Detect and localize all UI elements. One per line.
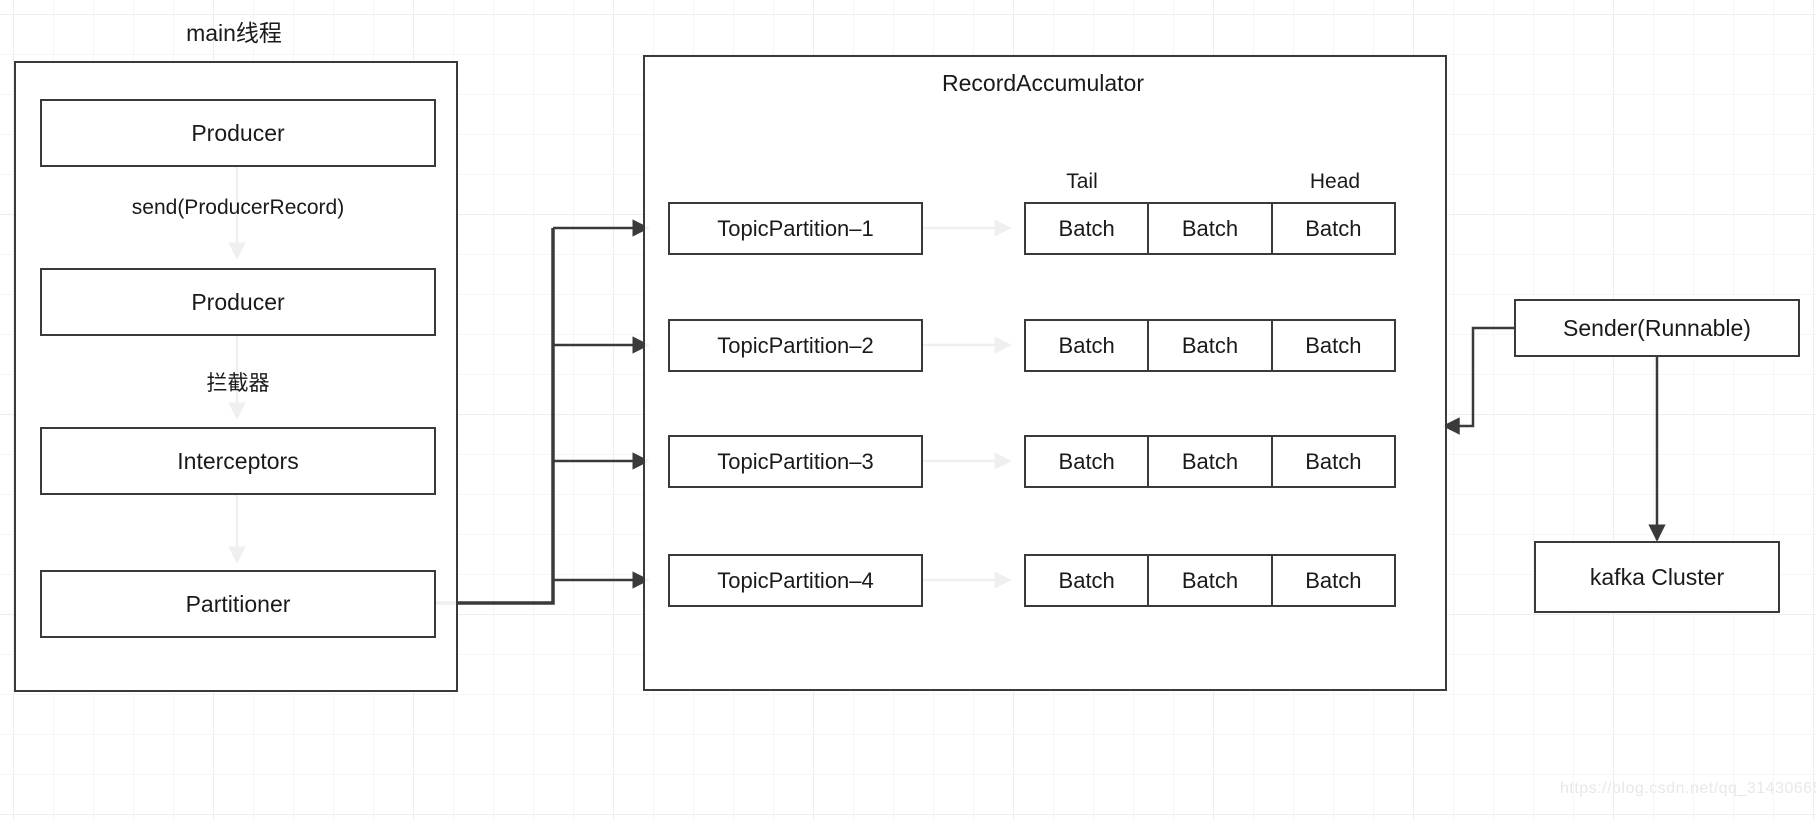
batch-cell[interactable]: Batch	[1273, 556, 1394, 605]
node-label: Producer	[191, 119, 285, 146]
batch-cell[interactable]: Batch	[1026, 437, 1150, 486]
node-partitioner[interactable]: Partitioner	[40, 570, 436, 638]
batch-queue-1: Batch Batch Batch	[1024, 202, 1396, 255]
batch-cell[interactable]: Batch	[1026, 204, 1150, 253]
node-topic-partition-1[interactable]: TopicPartition–1	[668, 202, 923, 255]
batch-label: Batch	[1181, 567, 1239, 593]
node-producer-second[interactable]: Producer	[40, 268, 436, 336]
node-label: Interceptors	[177, 447, 299, 474]
queue-tail-label: Tail	[1066, 170, 1098, 193]
node-label: Sender(Runnable)	[1563, 314, 1751, 341]
batch-label: Batch	[1058, 332, 1115, 358]
node-label: TopicPartition–3	[717, 448, 874, 474]
node-label: TopicPartition–2	[717, 332, 874, 358]
node-label: kafka Cluster	[1589, 563, 1725, 590]
batch-label: Batch	[1058, 215, 1115, 241]
batch-label: Batch	[1181, 448, 1239, 474]
main-thread-label: main线程	[186, 20, 282, 46]
batch-label: Batch	[1305, 448, 1362, 474]
node-label: TopicPartition–4	[717, 567, 874, 593]
batch-cell[interactable]: Batch	[1273, 204, 1394, 253]
batch-cell[interactable]: Batch	[1273, 321, 1394, 370]
batch-label: Batch	[1181, 215, 1239, 241]
batch-label: Batch	[1058, 448, 1115, 474]
batch-cell[interactable]: Batch	[1149, 321, 1273, 370]
batch-queue-4: Batch Batch Batch	[1024, 554, 1396, 607]
batch-cell[interactable]: Batch	[1026, 556, 1150, 605]
source-watermark: https://blog.csdn.net/qq_31430665	[1560, 780, 1816, 797]
batch-cell[interactable]: Batch	[1149, 556, 1273, 605]
diagram-canvas: main线程 Producer send(ProducerRecord) Pro…	[0, 0, 1816, 820]
node-topic-partition-4[interactable]: TopicPartition–4	[668, 554, 923, 607]
node-topic-partition-3[interactable]: TopicPartition–3	[668, 435, 923, 488]
edge-label-send-producer-record: send(ProducerRecord)	[131, 196, 345, 219]
batch-queue-3: Batch Batch Batch	[1024, 435, 1396, 488]
batch-label: Batch	[1305, 332, 1362, 358]
edge-sender-to-accumulator	[1442, 326, 1514, 435]
batch-cell[interactable]: Batch	[1273, 437, 1394, 486]
batch-cell[interactable]: Batch	[1149, 437, 1273, 486]
edge-label-interceptor-cn: 拦截器	[206, 372, 270, 395]
batch-label: Batch	[1305, 567, 1362, 593]
batch-cell[interactable]: Batch	[1026, 321, 1150, 370]
batch-label: Batch	[1181, 332, 1239, 358]
batch-queue-2: Batch Batch Batch	[1024, 319, 1396, 372]
batch-label: Batch	[1058, 567, 1115, 593]
record-accumulator-title: RecordAccumulator	[942, 70, 1144, 96]
node-interceptors[interactable]: Interceptors	[40, 427, 436, 495]
node-producer-top[interactable]: Producer	[40, 99, 436, 167]
node-label: TopicPartition–1	[717, 215, 874, 241]
queue-head-label: Head	[1309, 170, 1361, 193]
node-label: Producer	[191, 288, 285, 315]
node-kafka-cluster[interactable]: kafka Cluster	[1534, 541, 1780, 613]
batch-label: Batch	[1305, 215, 1362, 241]
node-sender-runnable[interactable]: Sender(Runnable)	[1514, 299, 1800, 357]
node-label: Partitioner	[185, 590, 291, 617]
batch-cell[interactable]: Batch	[1149, 204, 1273, 253]
node-topic-partition-2[interactable]: TopicPartition–2	[668, 319, 923, 372]
